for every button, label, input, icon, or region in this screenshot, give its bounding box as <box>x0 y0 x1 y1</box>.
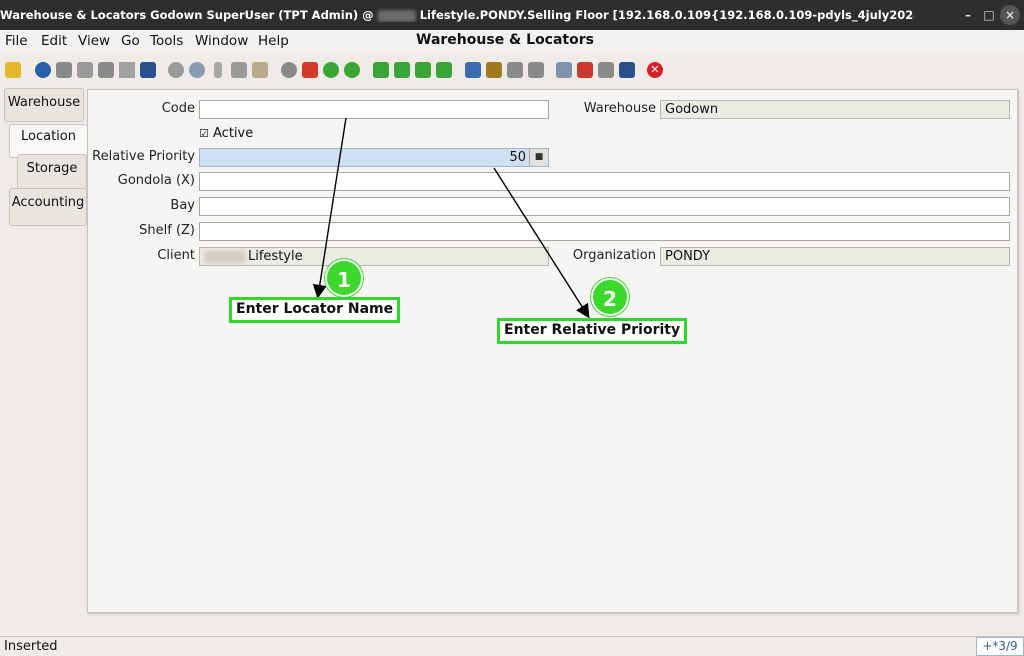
request-icon[interactable] <box>598 62 614 78</box>
archive-icon[interactable] <box>486 62 502 78</box>
warehouse-label: Warehouse <box>583 101 656 116</box>
client-value: Lifestyle <box>248 249 303 264</box>
detail-icon[interactable] <box>344 62 360 78</box>
menu-view[interactable]: View <box>78 33 110 49</box>
status-bar: Inserted +*3/9 <box>0 636 1024 656</box>
close-window-button[interactable]: × <box>1000 5 1020 25</box>
last-record-icon[interactable] <box>436 62 452 78</box>
product-info-icon[interactable] <box>619 62 635 78</box>
window-title-right: Lifestyle.PONDY.Selling Floor [192.168.0… <box>419 8 914 22</box>
chat-icon[interactable] <box>231 62 247 78</box>
delete-icon[interactable] <box>98 62 114 78</box>
gondola-field[interactable] <box>199 172 1010 191</box>
relative-priority-field[interactable]: 50 ■ <box>199 148 549 167</box>
active-label: Active <box>213 126 254 141</box>
redacted-text <box>204 250 246 263</box>
priority-label: Relative Priority <box>92 149 195 164</box>
tab-warehouse[interactable]: Warehouse <box>4 88 84 122</box>
step-badge-2: 2 <box>591 278 629 316</box>
check-icon: ☑ <box>199 127 209 140</box>
first-record-icon[interactable] <box>373 62 389 78</box>
organization-field: PONDY <box>660 247 1010 266</box>
tab-strip: Warehouse Location Storage Accounting <box>0 88 88 618</box>
record-navigator[interactable]: +*3/9 <box>976 637 1024 656</box>
new-icon[interactable] <box>56 62 72 78</box>
minimize-button[interactable]: – <box>958 5 978 25</box>
save-icon[interactable] <box>140 62 156 78</box>
client-label: Client <box>157 248 195 263</box>
callout-locator-name: Enter Locator Name <box>229 297 401 323</box>
next-record-icon[interactable] <box>415 62 431 78</box>
previous-record-icon[interactable] <box>394 62 410 78</box>
warehouse-field: Godown <box>660 100 1010 119</box>
window-title-left: Warehouse & Locators Godown SuperUser (T… <box>0 8 374 22</box>
step-badge-1: 1 <box>325 259 363 297</box>
status-text: Inserted <box>4 639 58 654</box>
print-icon[interactable] <box>528 62 544 78</box>
find-icon[interactable] <box>189 62 205 78</box>
undo-icon[interactable] <box>5 62 21 78</box>
help-icon[interactable] <box>35 62 51 78</box>
toolbar: ✕ <box>0 54 1024 86</box>
menubar: File Edit View Go Tools Window Help Ware… <box>0 30 1024 52</box>
menu-window[interactable]: Window <box>195 33 248 49</box>
exit-icon[interactable]: ✕ <box>647 62 663 78</box>
gondola-label: Gondola (X) <box>117 173 195 188</box>
history-icon[interactable] <box>281 62 297 78</box>
parent-icon[interactable] <box>323 62 339 78</box>
organization-label: Organization <box>572 248 656 263</box>
code-label: Code <box>161 101 195 116</box>
workflow-icon[interactable] <box>577 62 593 78</box>
callout-relative-priority: Enter Relative Priority <box>497 318 688 344</box>
print-preview-icon[interactable] <box>507 62 523 78</box>
maximize-button[interactable]: □ <box>979 5 999 25</box>
report-icon[interactable] <box>465 62 481 78</box>
window-heading: Warehouse & Locators <box>416 32 594 48</box>
window-titlebar: Warehouse & Locators Godown SuperUser (T… <box>0 0 1024 30</box>
bay-field[interactable] <box>199 197 1010 216</box>
shelf-label: Shelf (Z) <box>139 223 195 238</box>
shelf-field[interactable] <box>199 222 1010 241</box>
redacted-text <box>377 9 416 22</box>
code-field[interactable] <box>199 100 549 119</box>
refresh-icon[interactable] <box>168 62 184 78</box>
bay-label: Bay <box>170 198 195 213</box>
record-panel <box>87 89 1018 613</box>
zoom-across-icon[interactable] <box>556 62 572 78</box>
calculator-button[interactable]: ■ <box>529 149 548 166</box>
menu-file[interactable]: File <box>5 33 28 49</box>
window-title: Warehouse & Locators Godown SuperUser (T… <box>0 8 914 22</box>
menu-help[interactable]: Help <box>258 33 289 49</box>
active-checkbox[interactable]: ☑ Active <box>199 126 253 141</box>
delete-selection-icon[interactable] <box>119 62 135 78</box>
copy-icon[interactable] <box>77 62 93 78</box>
menu-tools[interactable]: Tools <box>150 33 183 49</box>
home-icon[interactable] <box>302 62 318 78</box>
attachment-icon[interactable] <box>214 62 222 78</box>
menu-go[interactable]: Go <box>121 33 140 49</box>
relative-priority-value: 50 <box>509 150 526 165</box>
grid-toggle-icon[interactable] <box>252 62 268 78</box>
menu-edit[interactable]: Edit <box>41 33 67 49</box>
client-field: Lifestyle <box>199 247 549 266</box>
